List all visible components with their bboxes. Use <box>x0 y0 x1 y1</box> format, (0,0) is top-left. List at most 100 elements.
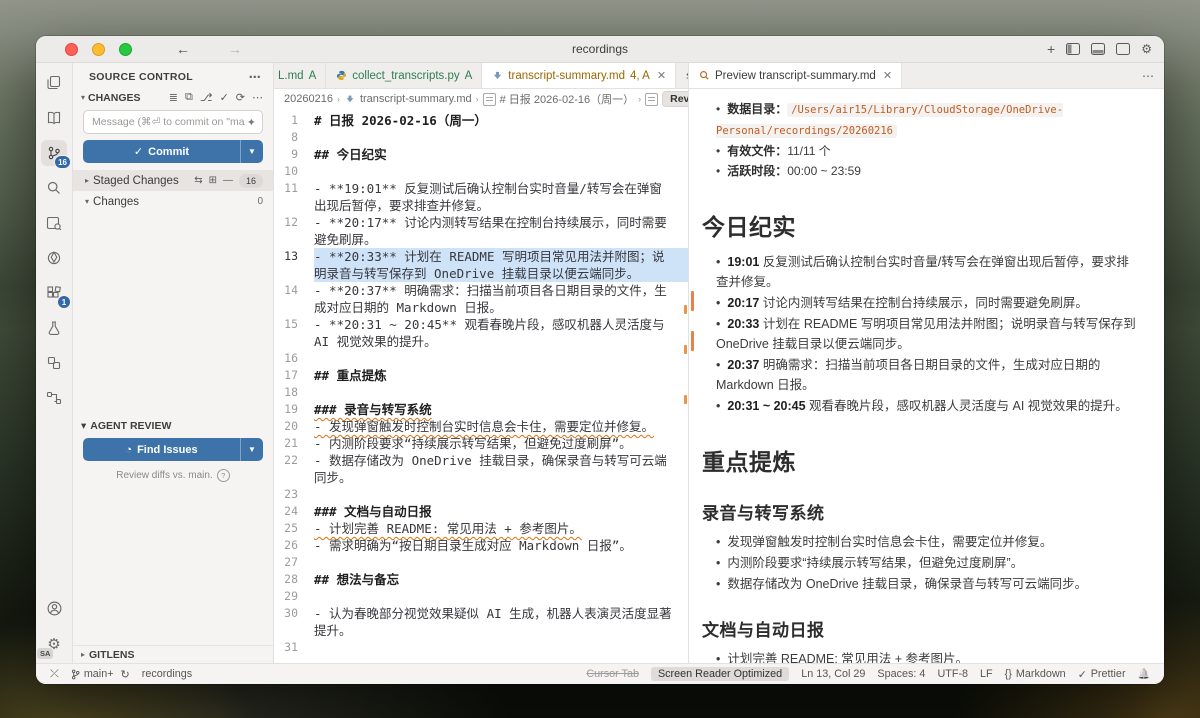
line-text[interactable]: ## 重点提炼 <box>314 367 688 384</box>
line-number[interactable]: 22 <box>274 452 314 469</box>
statusbar-item-utf-8[interactable]: UTF-8 <box>931 664 974 684</box>
unstage-minus-icon[interactable]: — <box>223 175 233 186</box>
statusbar-item-markdown[interactable]: {}Markdown <box>999 664 1072 684</box>
editor-line[interactable]: 30- 认为春晚部分视觉效果疑似 AI 生成，机器人表演灵活度显著提升。 <box>274 605 688 639</box>
tab-transcript-summary[interactable]: transcript-summary.md 4, A ✕ <box>482 63 676 89</box>
changes-row[interactable]: ▾ Changes 0 <box>73 191 273 212</box>
line-text[interactable]: - **20:33** 计划在 README 写明项目常见用法并附图；说明录音与… <box>314 248 688 282</box>
line-text[interactable]: - 数据存储改为 OneDrive 挂载目录，确保录音与转写可云端同步。 <box>314 452 688 486</box>
line-number[interactable]: 10 <box>274 163 314 180</box>
editor-line[interactable]: 17## 重点提炼 <box>274 367 688 384</box>
search-icon[interactable] <box>41 175 67 201</box>
editor-line[interactable]: 21- 内测阶段要求“持续展示转写结果，但避免过度刷屏”。 <box>274 435 688 452</box>
line-text[interactable]: ## 想法与备忘 <box>314 571 688 588</box>
tab-lmd[interactable]: L.md A <box>274 63 326 88</box>
line-text[interactable]: - 认为春晚部分视觉效果疑似 AI 生成，机器人表演灵活度显著提升。 <box>314 605 688 639</box>
line-number[interactable]: 15 <box>274 316 314 333</box>
editor-line[interactable]: 20- 发现弹窗触发时控制台实时信息会卡住，需要定位并修复。 <box>274 418 688 435</box>
breadcrumb-folder[interactable]: 20260216 <box>284 93 333 105</box>
tab-markdown-preview[interactable]: Preview transcript-summary.md ✕ <box>689 63 902 89</box>
line-text[interactable]: - 计划完善 README: 常见用法 + 参考图片。 <box>314 520 688 537</box>
settings-gear-icon[interactable]: ⚙ SA <box>41 631 67 657</box>
statusbar-item-spaces-4[interactable]: Spaces: 4 <box>871 664 931 684</box>
layout-settings-gear-icon[interactable]: ⚙ <box>1141 42 1152 56</box>
editor-line[interactable]: 26- 需求明确为“按日期目录生成对应 Markdown 日报”。 <box>274 537 688 554</box>
line-number[interactable]: 20 <box>274 418 314 435</box>
line-text[interactable]: - 发现弹窗触发时控制台实时信息会卡住，需要定位并修复。 <box>314 418 688 435</box>
refresh-icon[interactable]: ⟳ <box>236 91 245 104</box>
extensions-icon[interactable]: 1 <box>41 280 67 306</box>
line-number[interactable]: 25 <box>274 520 314 537</box>
agent-review-header[interactable]: ▾ AGENT REVIEW <box>73 420 273 438</box>
editor-line[interactable]: 1# 日报 2026-02-16（周一） <box>274 112 688 129</box>
open-changes-icon[interactable]: ⧉ <box>185 91 193 104</box>
account-icon[interactable] <box>41 595 67 621</box>
line-text[interactable]: ### 文档与自动日报 <box>314 503 688 520</box>
dependencies-boxes-icon[interactable] <box>41 350 67 376</box>
commit-graph-icon[interactable]: ⎇ <box>200 91 213 104</box>
breadcrumb-file[interactable]: transcript-summary.md <box>360 93 472 105</box>
line-number[interactable]: 8 <box>274 129 314 146</box>
stash-icon[interactable]: ⊞ <box>209 175 217 186</box>
line-number[interactable]: 26 <box>274 537 314 554</box>
line-text[interactable]: - **19:01** 反复测试后确认控制台实时音量/转写会在弹窗出现后暂停，要… <box>314 180 688 214</box>
editor-line[interactable]: 16 <box>274 350 688 367</box>
editor-line[interactable]: 29 <box>274 588 688 605</box>
line-text[interactable]: - 内测阶段要求“持续展示转写结果，但避免过度刷屏”。 <box>314 435 688 452</box>
line-text[interactable]: - **20:31 ~ 20:45** 观看春晚片段，感叹机器人灵活度与 AI … <box>314 316 688 350</box>
editor-line[interactable]: 31 <box>274 639 688 656</box>
unstage-all-icon[interactable]: ⇆ <box>194 175 202 186</box>
line-number[interactable]: 13 <box>274 248 314 265</box>
editor-line[interactable]: 22- 数据存储改为 OneDrive 挂载目录，确保录音与转写可云端同步。 <box>274 452 688 486</box>
editor-line[interactable]: 8 <box>274 129 688 146</box>
editor-line[interactable]: 18 <box>274 384 688 401</box>
editor-line[interactable]: 25- 计划完善 README: 常见用法 + 参考图片。 <box>274 520 688 537</box>
workflow-icon[interactable] <box>41 385 67 411</box>
review-next-file-button[interactable]: Review Next File <box>662 91 688 107</box>
line-number[interactable]: 1 <box>274 112 314 129</box>
workspace-folder[interactable]: recordings <box>136 664 198 684</box>
editor-line[interactable]: 15- **20:31 ~ 20:45** 观看春晚片段，感叹机器人灵活度与 A… <box>274 316 688 350</box>
close-tab-icon[interactable]: ✕ <box>657 69 666 82</box>
line-number[interactable]: 16 <box>274 350 314 367</box>
editor-line[interactable]: 14- **20:37** 明确需求：扫描当前项目各日期目录的文件，生成对应日期… <box>274 282 688 316</box>
toggle-secondary-sidebar-icon[interactable] <box>1116 43 1130 55</box>
changes-more-icon[interactable]: ⋯ <box>252 91 263 104</box>
line-text[interactable]: ## 今日纪实 <box>314 146 688 163</box>
new-tab-icon[interactable]: + <box>1047 41 1055 57</box>
statusbar-item-lf[interactable]: LF <box>974 664 999 684</box>
gitlens-section[interactable]: ▸ GITLENS <box>73 645 273 663</box>
line-number[interactable]: 31 <box>274 639 314 656</box>
editor-line[interactable]: 9## 今日纪实 <box>274 146 688 163</box>
markdown-preview-content[interactable]: 数据目录：/Users/air15/Library/CloudStorage/O… <box>689 89 1164 663</box>
openai-chat-icon[interactable] <box>41 245 67 271</box>
statusbar-item-cursor-tab[interactable]: Cursor Tab <box>580 664 645 684</box>
tab-collect-transcripts[interactable]: collect_transcripts.py A <box>326 63 482 88</box>
line-number[interactable]: 30 <box>274 605 314 622</box>
line-number[interactable]: 17 <box>274 367 314 384</box>
sidebar-more-icon[interactable]: ⋯ <box>249 70 261 84</box>
line-number[interactable]: 28 <box>274 571 314 588</box>
find-issues-dropdown-button[interactable]: ▼ <box>240 438 263 461</box>
line-number[interactable]: 29 <box>274 588 314 605</box>
remote-indicator[interactable]: ⤫ <box>44 664 65 684</box>
breadcrumb-symbol[interactable]: # 日报 2026-02-16（周一） <box>500 91 635 107</box>
editor-line[interactable]: 12- **20:17** 讨论内测转写结果在控制台持续展示，同时需要避免刷屏。 <box>274 214 688 248</box>
explorer-icon[interactable] <box>41 70 67 96</box>
line-number[interactable]: 27 <box>274 554 314 571</box>
statusbar-item-screen-reader-optimized[interactable]: Screen Reader Optimized <box>645 664 795 684</box>
preview-more-actions-icon[interactable]: ⋯ <box>1142 69 1154 83</box>
editor-line[interactable]: 24### 文档与自动日报 <box>274 503 688 520</box>
commit-dropdown-button[interactable]: ▼ <box>240 140 263 163</box>
editor-line[interactable]: 19### 录音与转写系统 <box>274 401 688 418</box>
line-text[interactable]: - 需求明确为“按日期目录生成对应 Markdown 日报”。 <box>314 537 688 554</box>
line-number[interactable]: 23 <box>274 486 314 503</box>
line-number[interactable]: 14 <box>274 282 314 299</box>
line-text[interactable]: - **20:17** 讨论内测转写结果在控制台持续展示，同时需要避免刷屏。 <box>314 214 688 248</box>
editor-content[interactable]: 1# 日报 2026-02-16（周一）89## 今日纪实1011- **19:… <box>274 109 688 663</box>
docs-book-icon[interactable] <box>41 105 67 131</box>
commit-message-input[interactable] <box>90 115 247 129</box>
find-issues-button[interactable]: ◔ Find Issues <box>83 438 240 461</box>
help-icon[interactable]: ? <box>217 469 230 482</box>
changes-section-header[interactable]: ▾ CHANGES ≣ ⧉ ⎇ ✓ ⟳ ⋯ <box>73 89 273 108</box>
